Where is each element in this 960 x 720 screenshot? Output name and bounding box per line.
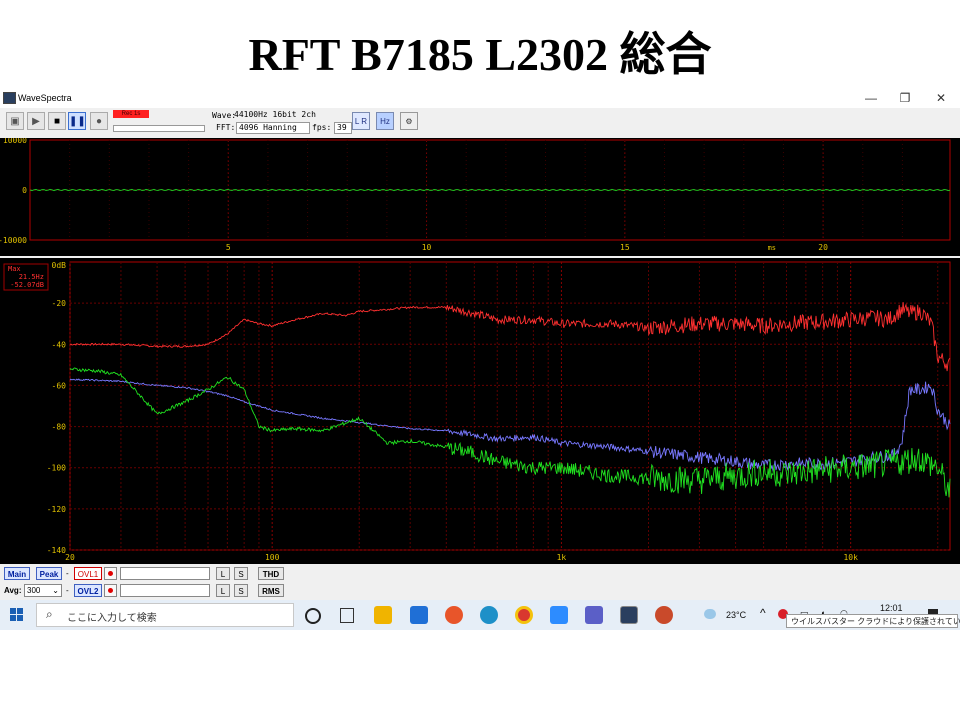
l-button-2[interactable]: L xyxy=(216,584,230,597)
spectrum-y-tick-label: -80 xyxy=(52,423,67,432)
waveform-y-tick-label: -10000 xyxy=(0,236,27,245)
window-title: WaveSpectra xyxy=(18,93,72,103)
title-bar: WaveSpectra — ❐ ✕ xyxy=(0,88,960,109)
rms-button[interactable]: RMS xyxy=(258,584,284,597)
waveform-x-tick-label: 5 xyxy=(226,243,231,252)
avg-label: Avg: xyxy=(4,586,22,595)
teams-icon[interactable] xyxy=(585,606,603,624)
rec-status-badge: Rec 1s xyxy=(113,110,149,118)
max-readout-frequency: 21.5Hz xyxy=(19,273,44,281)
waveform-x-tick-label: 10 xyxy=(422,243,432,252)
chrome-icon[interactable] xyxy=(515,606,533,624)
ovl2-field[interactable] xyxy=(120,584,210,597)
wave-format-value: 44100Hz 16bit 2ch xyxy=(234,110,316,119)
toolbar: ▣ ▶ ■ ❚❚ ● Rec 1s Wave: 44100Hz 16bit 2c… xyxy=(0,108,960,138)
spectrum-x-tick-label: 20 xyxy=(65,553,75,562)
spectrum-y-axis-label: 0dB xyxy=(52,261,67,270)
channel-lr-icon[interactable]: L R xyxy=(352,112,370,130)
fps-label: fps: xyxy=(312,123,332,132)
spectrum-panel: -20 -40 -60 -80 -100 -120 -140 0dB 20 100 1k 10k Max… xyxy=(0,258,960,564)
spectrum-y-tick-label: -20 xyxy=(52,299,67,308)
antivirus-tooltip: ウイルスバスター クラウドにより保護されています xyxy=(786,614,960,628)
windows-start-icon[interactable] xyxy=(10,608,24,622)
avg-value: 300 xyxy=(27,586,41,595)
stop-icon[interactable]: ■ xyxy=(48,112,66,130)
wavespectra-taskbar-icon[interactable] xyxy=(620,606,638,624)
waveform-x-unit: ms xyxy=(768,244,776,252)
waveform-panel: 5 10 15 20 ms 10000 0 -10000 xyxy=(0,138,960,256)
ovl1-indicator: OVL1 xyxy=(74,567,102,580)
row2-dash: - xyxy=(66,586,69,595)
bottom-controls: Main Peak - OVL1 L S THD Avg: 300 ⌄ - OVL… xyxy=(0,564,960,604)
spectrum-y-tick-label: -40 xyxy=(52,340,67,349)
frequency-scale-icon[interactable]: Hz xyxy=(376,112,394,130)
restore-button[interactable]: ❐ xyxy=(890,90,920,106)
weather-temperature: 23°C xyxy=(726,610,747,620)
slide-title: RFT B7185 L2302 総合 xyxy=(248,29,712,80)
wavespectra-window: WaveSpectra — ❐ ✕ ▣ ▶ ■ ❚❚ ● Rec 1s Wave… xyxy=(0,88,960,630)
fft-label: FFT: xyxy=(216,123,236,132)
avg-select[interactable]: 300 ⌄ xyxy=(24,584,62,597)
s-button-1[interactable]: S xyxy=(234,567,248,580)
peak-button[interactable]: Peak xyxy=(36,567,62,580)
record-icon[interactable]: ● xyxy=(90,112,108,130)
chevron-up-icon[interactable]: ^ xyxy=(760,606,766,620)
spectrum-y-tick-label: -60 xyxy=(52,381,67,390)
firefox-icon[interactable] xyxy=(445,606,463,624)
file-explorer-icon[interactable] xyxy=(374,606,392,624)
zoom-icon[interactable] xyxy=(550,606,568,624)
record-dot-1-icon[interactable] xyxy=(104,567,117,580)
search-placeholder: ここに入力して検索 xyxy=(67,613,157,624)
spectrum-frame xyxy=(69,261,951,551)
row1-dash: - xyxy=(66,569,69,578)
fft-value: 4096 Hanning xyxy=(236,122,310,134)
fps-value: 39 xyxy=(334,122,352,134)
main-button[interactable]: Main xyxy=(4,567,30,580)
edge-icon[interactable] xyxy=(480,606,498,624)
max-readout-label: Max xyxy=(8,265,21,273)
spectrum-y-tick-label: -100 xyxy=(47,464,66,473)
task-view-icon[interactable] xyxy=(305,608,321,624)
max-readout-level: -52.07dB xyxy=(10,281,44,289)
s-button-2[interactable]: S xyxy=(234,584,248,597)
clock-time: 12:01 xyxy=(880,603,903,613)
play-icon[interactable]: ▶ xyxy=(27,112,45,130)
settings-wrench-icon[interactable]: ⚙ xyxy=(400,112,418,130)
l-button-1[interactable]: L xyxy=(216,567,230,580)
open-file-icon[interactable]: ▣ xyxy=(6,112,24,130)
close-button[interactable]: ✕ xyxy=(926,90,956,106)
ovl1-field[interactable] xyxy=(120,567,210,580)
taskbar-search-box[interactable]: ⌕ ここに入力して検索 xyxy=(36,603,294,627)
powerpoint-icon[interactable] xyxy=(655,606,673,624)
level-slider[interactable] xyxy=(113,125,205,132)
pause-icon[interactable]: ❚❚ xyxy=(68,112,86,130)
spectrum-y-tick-label: -120 xyxy=(47,505,66,514)
spectrum-x-tick-label: 10k xyxy=(843,553,858,562)
record-dot-2-icon[interactable] xyxy=(104,584,117,597)
spectrum-x-tick-label: 100 xyxy=(265,553,280,562)
waveform-y-tick-label: 10000 xyxy=(3,138,27,145)
ovl2-indicator: OVL2 xyxy=(74,584,102,597)
waveform-y-tick-label: 0 xyxy=(22,186,27,195)
widgets-icon[interactable] xyxy=(340,608,354,623)
mail-icon[interactable] xyxy=(410,606,428,624)
minimize-button[interactable]: — xyxy=(856,90,886,106)
waveform-x-tick-label: 20 xyxy=(818,243,828,252)
app-icon xyxy=(3,92,16,104)
weather-icon xyxy=(704,609,716,619)
spectrum-y-tick-label: -140 xyxy=(47,546,66,555)
chevron-down-icon: ⌄ xyxy=(52,586,59,595)
waveform-x-tick-label: 15 xyxy=(620,243,630,252)
spectrum-x-tick-label: 1k xyxy=(557,553,567,562)
search-icon: ⌕ xyxy=(46,607,53,621)
thd-button[interactable]: THD xyxy=(258,567,284,580)
